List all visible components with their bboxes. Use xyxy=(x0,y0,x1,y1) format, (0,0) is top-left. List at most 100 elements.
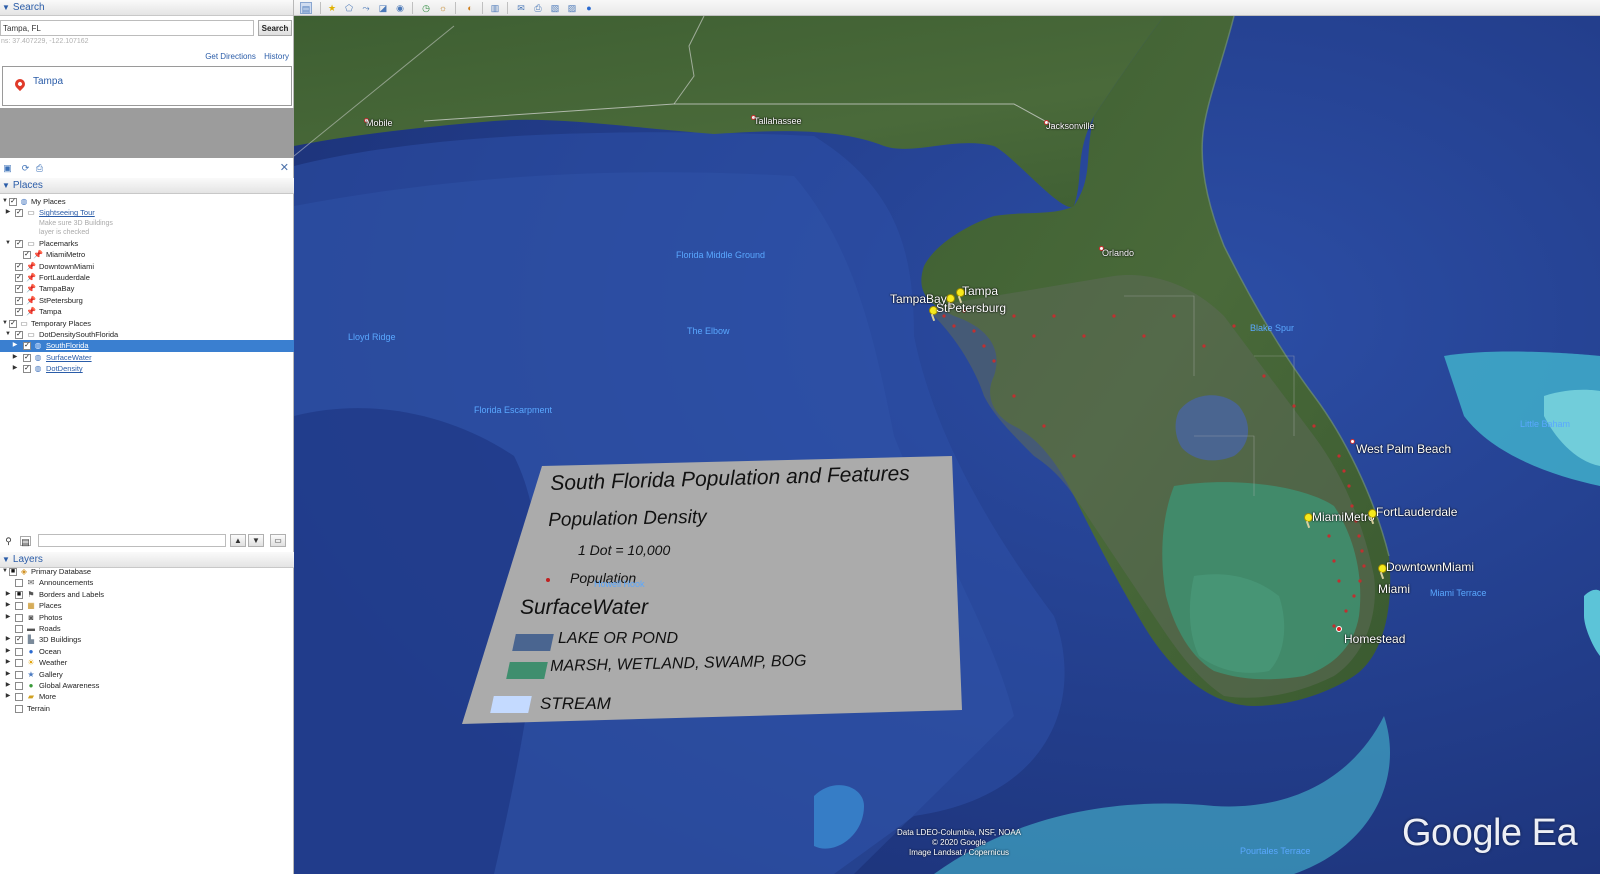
tree-item-label[interactable]: SouthFlorida xyxy=(46,340,89,351)
tree-item-surfacewater[interactable]: ▶ ✓ ◍ SurfaceWater xyxy=(0,352,294,363)
search-button[interactable]: Search xyxy=(258,20,292,36)
close-icon[interactable]: ✕ xyxy=(280,161,289,174)
sunlight-icon[interactable]: ☼ xyxy=(437,2,449,14)
panel-toggle-icon[interactable]: ▤ xyxy=(20,536,31,547)
tree-item-label[interactable]: Sightseeing Tour xyxy=(39,207,95,218)
checkbox[interactable]: ✓ xyxy=(15,296,23,305)
tree-item-tampabay[interactable]: ✓ 📌 TampaBay xyxy=(0,283,294,294)
add-folder-icon[interactable]: ▣ xyxy=(2,163,13,173)
collapse-arrow-icon[interactable]: ▼ xyxy=(4,329,12,340)
layer-gallery[interactable]: ▶ ★ Gallery xyxy=(0,669,294,680)
record-tour-icon[interactable]: ◉ xyxy=(394,2,406,14)
refresh-icon[interactable]: ⟳ xyxy=(20,163,31,173)
expand-arrow-icon[interactable]: ▶ xyxy=(4,600,12,611)
tree-item-my-places[interactable]: ▼ ✓ ◍ My Places xyxy=(0,196,294,207)
map-label-downtownmiami[interactable]: DowntownMiami xyxy=(1386,560,1474,574)
tree-item-temporary-places[interactable]: ▼ ✓ ▭ Temporary Places xyxy=(0,318,294,329)
collapse-triangle-icon[interactable]: ▼ xyxy=(2,0,10,16)
search-icon[interactable]: ⚲ xyxy=(3,536,14,546)
map-legend-overlay[interactable]: South Florida Population and Features Po… xyxy=(462,456,967,724)
ruler-icon[interactable]: ▥ xyxy=(489,2,501,14)
layer-photos[interactable]: ▶ ◙ Photos xyxy=(0,612,294,623)
layer-more[interactable]: ▶ ▰ More xyxy=(0,691,294,702)
collapse-arrow-icon[interactable]: ▼ xyxy=(4,238,12,249)
search-input[interactable] xyxy=(0,20,254,36)
search-result-name[interactable]: Tampa xyxy=(33,76,63,87)
layer-terrain[interactable]: Terrain xyxy=(0,703,294,714)
map-label-stpetersburg[interactable]: StPetersburg xyxy=(936,301,1006,315)
collapse-arrow-icon[interactable]: ▼ xyxy=(1,318,9,329)
map-pin-icon[interactable] xyxy=(1336,626,1342,632)
layer-roads[interactable]: ▬ Roads xyxy=(0,623,294,634)
checkbox[interactable] xyxy=(15,670,23,679)
checkbox[interactable] xyxy=(15,681,23,690)
tree-item-tampa[interactable]: ✓ 📌 Tampa xyxy=(0,306,294,317)
tree-item-downtownmiami[interactable]: ✓ 📌 DowntownMiami xyxy=(0,261,294,272)
expand-arrow-icon[interactable]: ▶ xyxy=(4,207,12,218)
checkbox[interactable]: ✓ xyxy=(15,273,23,282)
expand-arrow-icon[interactable]: ▶ xyxy=(4,646,12,657)
checkbox[interactable]: ✓ xyxy=(15,308,23,317)
layer-borders-labels[interactable]: ▶ ■ ⚑ Borders and Labels xyxy=(0,589,294,600)
get-directions-link[interactable]: Get Directions xyxy=(205,52,256,61)
move-up-button[interactable]: ▲ xyxy=(230,534,246,547)
history-link[interactable]: History xyxy=(264,52,289,61)
print-icon[interactable]: ⎙ xyxy=(532,2,544,14)
collapse-triangle-icon[interactable]: ▼ xyxy=(2,178,10,194)
tree-item-label[interactable]: DotDensity xyxy=(46,363,83,374)
checkbox[interactable] xyxy=(15,659,23,668)
expand-arrow-icon[interactable]: ▶ xyxy=(4,680,12,691)
map-view[interactable]: Mobile Tallahassee Jacksonville Orlando … xyxy=(294,16,1600,874)
layer-ocean[interactable]: ▶ ● Ocean xyxy=(0,646,294,657)
tree-item-stpetersburg[interactable]: ✓ 📌 StPetersburg xyxy=(0,295,294,306)
checkbox[interactable] xyxy=(15,613,23,622)
checkbox[interactable]: ✓ xyxy=(15,239,23,248)
collapse-arrow-icon[interactable]: ▼ xyxy=(1,566,9,577)
tree-item-fortlauderdale[interactable]: ✓ 📌 FortLauderdale xyxy=(0,272,294,283)
planets-icon[interactable]: ◐ xyxy=(464,2,476,14)
sidebar-toggle-icon[interactable]: ▤ xyxy=(300,2,312,14)
checkbox[interactable] xyxy=(15,647,23,656)
layer-places[interactable]: ▶ ▦ Places xyxy=(0,600,294,611)
places-panel-header[interactable]: ▼ Places xyxy=(0,178,294,194)
checkbox[interactable]: ■ xyxy=(15,590,23,599)
checkbox[interactable]: ✓ xyxy=(23,365,31,374)
expand-arrow-icon[interactable]: ▶ xyxy=(11,352,19,363)
expand-arrow-icon[interactable]: ▶ xyxy=(4,589,12,600)
checkbox[interactable] xyxy=(15,624,23,633)
checkbox[interactable]: ✓ xyxy=(23,251,31,260)
map-label-tampa[interactable]: Tampa xyxy=(962,284,998,298)
add-overlay-icon[interactable]: ◪ xyxy=(377,2,389,14)
expand-arrow-icon[interactable]: ▶ xyxy=(4,634,12,645)
checkbox[interactable] xyxy=(15,704,23,713)
historical-imagery-icon[interactable]: ◷ xyxy=(420,2,432,14)
add-polygon-icon[interactable]: ⬠ xyxy=(343,2,355,14)
expand-arrow-icon[interactable]: ▶ xyxy=(4,691,12,702)
email-icon[interactable]: ✉ xyxy=(515,2,527,14)
expand-arrow-icon[interactable]: ▶ xyxy=(11,340,19,351)
checkbox[interactable]: ✓ xyxy=(15,262,23,271)
tree-item-miamimetro[interactable]: ✓ 📌 MiamiMetro xyxy=(0,249,294,260)
expand-arrow-icon[interactable]: ▶ xyxy=(4,657,12,668)
checkbox[interactable] xyxy=(15,579,23,588)
expand-arrow-icon[interactable]: ▶ xyxy=(4,669,12,680)
checkbox[interactable] xyxy=(15,602,23,611)
earth-icon[interactable]: ● xyxy=(583,2,595,14)
add-path-icon[interactable]: ⤳ xyxy=(360,2,372,14)
layer-weather[interactable]: ▶ ☀ Weather xyxy=(0,657,294,668)
search-result[interactable]: Tampa xyxy=(2,66,292,106)
collapse-arrow-icon[interactable]: ▼ xyxy=(1,196,9,207)
checkbox[interactable]: ■ xyxy=(9,568,17,576)
search-panel-header[interactable]: ▼ Search xyxy=(0,0,293,16)
checkbox[interactable]: ✓ xyxy=(23,353,31,362)
checkbox[interactable]: ✓ xyxy=(9,319,17,328)
checkbox[interactable]: ✓ xyxy=(15,330,23,339)
tree-item-southflorida[interactable]: ▶ ✓ ◍ SouthFlorida xyxy=(0,340,294,352)
layer-3d-buildings[interactable]: ▶ ✓ ▙ 3D Buildings xyxy=(0,634,294,645)
checkbox[interactable]: ✓ xyxy=(23,342,31,351)
tree-item-placemarks[interactable]: ▼ ✓ ▭ Placemarks xyxy=(0,238,294,249)
move-down-button[interactable]: ▼ xyxy=(248,534,264,547)
checkbox[interactable] xyxy=(15,693,23,702)
layer-primary-database[interactable]: ▼ ■ ◈ Primary Database xyxy=(0,566,294,577)
add-placemark-icon[interactable]: ★ xyxy=(326,2,338,14)
